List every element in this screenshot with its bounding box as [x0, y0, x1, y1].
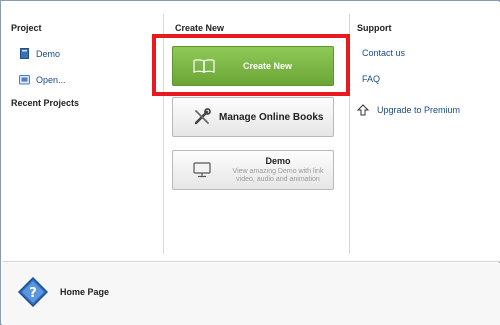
project-column-title: Project [11, 23, 42, 33]
support-column-title: Support [357, 23, 392, 33]
support-item-upgrade[interactable]: Upgrade to Premium [356, 104, 461, 116]
project-item-label: Open... [36, 74, 66, 85]
support-item-label: FAQ [362, 74, 381, 84]
support-item-faq[interactable]: FAQ [362, 74, 380, 84]
help-icon: ? [17, 276, 49, 308]
create-column-title: Create New [175, 23, 225, 33]
open-folder-icon [19, 74, 30, 85]
recent-projects-title: Recent Projects [11, 98, 80, 108]
support-item-label: Contact us [362, 48, 406, 58]
project-item-label: Demo [36, 48, 61, 59]
upgrade-icon [356, 104, 370, 116]
project-item-demo[interactable]: Demo [19, 48, 60, 59]
demo-button[interactable]: Demo View amazing Demo with link video, … [172, 150, 334, 190]
monitor-icon [193, 162, 211, 178]
svg-text:?: ? [29, 286, 37, 301]
demo-title: Demo [265, 156, 291, 166]
highlight-box [152, 34, 350, 96]
home-page-label: Home Page [60, 287, 110, 297]
tools-icon [193, 108, 211, 126]
support-item-contact[interactable]: Contact us [362, 48, 405, 58]
book-icon [19, 48, 30, 59]
demo-subtitle: View amazing Demo with link video, audio… [232, 168, 324, 183]
support-item-label: Upgrade to Premium [377, 105, 461, 115]
manage-online-books-button[interactable]: Manage Online Books [172, 97, 334, 137]
project-item-open[interactable]: Open... [19, 74, 66, 85]
manage-online-books-label: Manage Online Books [219, 111, 324, 123]
home-page-link[interactable]: ? Home Page [17, 276, 110, 308]
